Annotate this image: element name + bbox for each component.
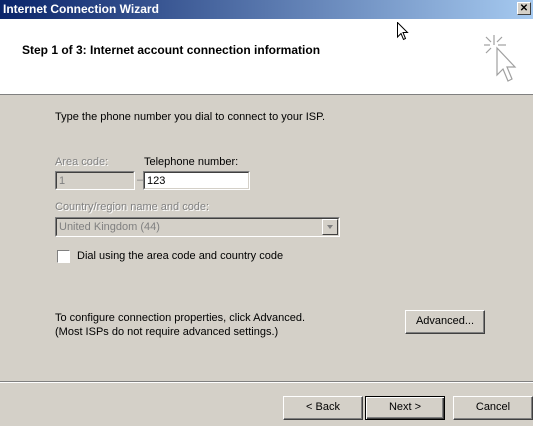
- next-button[interactable]: Next >: [365, 396, 445, 420]
- area-code-label: Area code:: [55, 156, 109, 168]
- back-button[interactable]: < Back: [283, 396, 363, 420]
- advanced-hint-line1: To configure connection properties, clic…: [55, 312, 306, 324]
- area-code-value: 1: [56, 172, 134, 189]
- footer-separator: [0, 381, 533, 383]
- country-value: United Kingdom (44): [56, 218, 339, 236]
- country-label: Country/region name and code:: [55, 201, 210, 213]
- dropdown-button[interactable]: [322, 219, 338, 235]
- telephone-input[interactable]: 123: [143, 171, 250, 190]
- mouse-cursor-icon: [397, 22, 409, 41]
- country-select[interactable]: United Kingdom (44): [55, 217, 340, 237]
- advanced-hint-line2: (Most ISPs do not require advanced setti…: [55, 326, 279, 338]
- close-icon: ✕: [519, 3, 529, 14]
- wizard-header: Step 1 of 3: Internet account connection…: [0, 19, 533, 95]
- cancel-button[interactable]: Cancel: [453, 396, 533, 420]
- title-bar: Internet Connection Wizard ✕: [0, 0, 533, 19]
- telephone-value: 123: [144, 172, 249, 189]
- close-button[interactable]: ✕: [517, 2, 531, 15]
- advanced-button[interactable]: Advanced...: [405, 310, 485, 334]
- dial-area-code-checkbox[interactable]: [57, 250, 70, 263]
- dial-area-code-label: Dial using the area code and country cod…: [77, 250, 284, 262]
- step-title: Step 1 of 3: Internet account connection…: [22, 43, 321, 57]
- telephone-label: Telephone number:: [144, 156, 239, 168]
- window-title: Internet Connection Wizard: [3, 2, 159, 16]
- instruction-text: Type the phone number you dial to connec…: [55, 111, 326, 123]
- wizard-body: Type the phone number you dial to connec…: [0, 96, 533, 382]
- wizard-sparkle-icon: [484, 35, 517, 82]
- area-code-field[interactable]: 1: [55, 171, 135, 190]
- chevron-down-icon: [327, 225, 333, 229]
